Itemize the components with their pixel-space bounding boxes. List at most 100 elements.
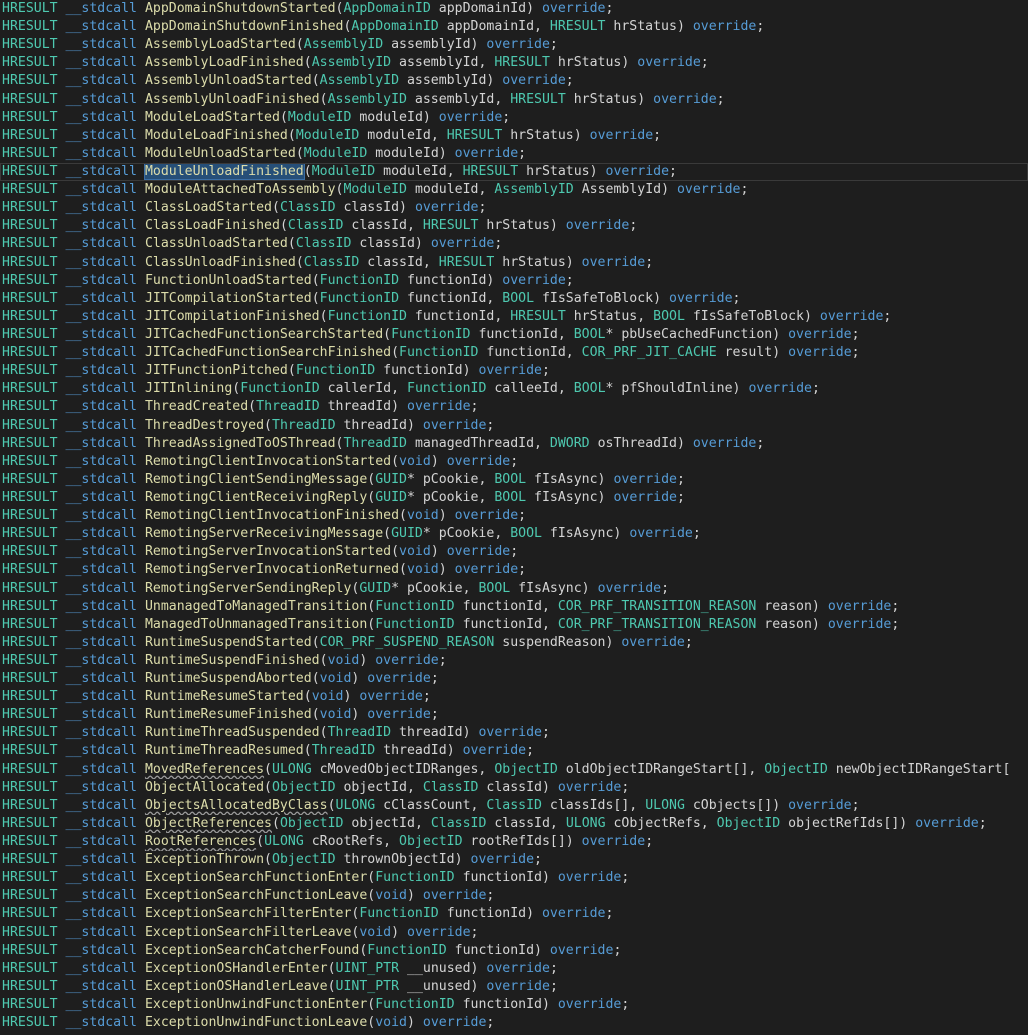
function-name: ObjectReferences bbox=[144, 815, 272, 831]
code-line[interactable]: HRESULT __stdcall ExceptionUnwindFunctio… bbox=[0, 1014, 1028, 1032]
code-line[interactable]: HRESULT __stdcall AssemblyLoadFinished(A… bbox=[0, 54, 1028, 72]
code-text: ( bbox=[264, 761, 272, 777]
code-line[interactable]: HRESULT __stdcall RuntimeThreadSuspended… bbox=[0, 724, 1028, 742]
code-line[interactable]: HRESULT __stdcall ObjectsAllocatedByClas… bbox=[0, 797, 1028, 815]
type-token: HRESULT bbox=[2, 363, 58, 379]
code-line[interactable]: HRESULT __stdcall ThreadDestroyed(Thread… bbox=[0, 417, 1028, 435]
code-line[interactable]: HRESULT __stdcall ObjectAllocated(Object… bbox=[0, 779, 1028, 797]
type-token: FunctionID bbox=[359, 906, 439, 922]
keyword-token: override bbox=[692, 19, 757, 35]
type-token: AssemblyID bbox=[311, 55, 392, 71]
code-line[interactable]: HRESULT __stdcall RemotingClientInvocati… bbox=[0, 507, 1028, 525]
code-line[interactable]: HRESULT __stdcall ModuleAttachedToAssemb… bbox=[0, 181, 1028, 199]
keyword-token: __stdcall bbox=[65, 870, 137, 886]
code-line[interactable]: HRESULT __stdcall AppDomainShutdownStart… bbox=[0, 0, 1028, 18]
code-line[interactable]: HRESULT __stdcall ExceptionSearchFilterE… bbox=[0, 905, 1028, 923]
code-text: ; bbox=[653, 127, 662, 143]
code-line[interactable]: HRESULT __stdcall FunctionUnloadStarted(… bbox=[0, 272, 1028, 290]
code-line[interactable]: HRESULT __stdcall MovedReferences(ULONG … bbox=[0, 761, 1028, 779]
code-text: functionId) bbox=[446, 942, 550, 958]
code-line[interactable]: HRESULT __stdcall RemotingClientReceivin… bbox=[0, 489, 1028, 507]
code-text: ( bbox=[303, 163, 312, 179]
type-token: HRESULT bbox=[2, 870, 58, 886]
function-name: RemotingServerSendingReply bbox=[144, 580, 352, 596]
code-line[interactable]: HRESULT __stdcall JITInlining(FunctionID… bbox=[0, 380, 1028, 398]
code-line[interactable]: HRESULT __stdcall ExceptionOSHandlerEnte… bbox=[0, 960, 1028, 978]
code-line[interactable]: HRESULT __stdcall RuntimeResumeFinished(… bbox=[0, 706, 1028, 724]
keyword-token: override bbox=[589, 127, 654, 143]
type-token: HRESULT bbox=[2, 55, 58, 71]
code-line[interactable]: HRESULT __stdcall ObjectReferences(Objec… bbox=[0, 815, 1028, 833]
code-line[interactable]: HRESULT __stdcall RootReferences(ULONG c… bbox=[0, 833, 1028, 851]
code-line[interactable]: HRESULT __stdcall JITCachedFunctionSearc… bbox=[0, 344, 1028, 362]
keyword-token: __stdcall bbox=[65, 363, 137, 379]
code-line[interactable]: HRESULT __stdcall RemotingServerInvocati… bbox=[0, 543, 1028, 561]
code-text: threadId) bbox=[335, 417, 423, 433]
code-line[interactable]: HRESULT __stdcall RemotingServerReceivin… bbox=[0, 525, 1028, 543]
code-line[interactable]: HRESULT __stdcall ClassUnloadStarted(Cla… bbox=[0, 235, 1028, 253]
code-line[interactable]: HRESULT __stdcall AssemblyUnloadFinished… bbox=[0, 91, 1028, 109]
code-line[interactable]: HRESULT __stdcall AssemblyLoadStarted(As… bbox=[0, 36, 1028, 54]
code-line[interactable]: HRESULT __stdcall ExceptionOSHandlerLeav… bbox=[0, 978, 1028, 996]
code-line[interactable]: HRESULT __stdcall ExceptionSearchCatcher… bbox=[0, 942, 1028, 960]
code-text: functionId) bbox=[438, 906, 542, 922]
code-line[interactable]: HRESULT __stdcall ClassLoadStarted(Class… bbox=[0, 199, 1028, 217]
code-line[interactable]: HRESULT __stdcall RuntimeResumeStarted(v… bbox=[0, 688, 1028, 706]
code-line[interactable]: HRESULT __stdcall RuntimeSuspendStarted(… bbox=[0, 634, 1028, 652]
code-line[interactable]: HRESULT __stdcall RemotingClientInvocati… bbox=[0, 453, 1028, 471]
code-line[interactable]: HRESULT __stdcall RemotingServerSendingR… bbox=[0, 580, 1028, 598]
type-token: HRESULT bbox=[2, 562, 58, 578]
code-line[interactable]: HRESULT __stdcall RemotingServerInvocati… bbox=[0, 561, 1028, 579]
code-line[interactable]: HRESULT __stdcall UnmanagedToManagedTran… bbox=[0, 598, 1028, 616]
keyword-token: __stdcall bbox=[65, 616, 137, 632]
code-line[interactable]: HRESULT __stdcall ModuleLoadFinished(Mod… bbox=[0, 127, 1028, 145]
code-line[interactable]: HRESULT __stdcall AppDomainShutdownFinis… bbox=[0, 18, 1028, 36]
code-text: ; bbox=[470, 924, 479, 940]
code-line[interactable]: HRESULT __stdcall JITCompilationFinished… bbox=[0, 308, 1028, 326]
code-line[interactable]: HRESULT __stdcall ExceptionSearchFunctio… bbox=[0, 887, 1028, 905]
code-line[interactable]: HRESULT __stdcall ThreadCreated(ThreadID… bbox=[0, 398, 1028, 416]
code-line[interactable]: HRESULT __stdcall ClassLoadFinished(Clas… bbox=[0, 217, 1028, 235]
code-editor[interactable]: HRESULT __stdcall AppDomainShutdownStart… bbox=[0, 0, 1028, 1035]
keyword-token: __stdcall bbox=[65, 290, 137, 306]
code-line[interactable]: HRESULT __stdcall RuntimeSuspendFinished… bbox=[0, 652, 1028, 670]
code-line[interactable]: HRESULT __stdcall AssemblyUnloadStarted(… bbox=[0, 72, 1028, 90]
function-name: ObjectsAllocatedByClass bbox=[144, 797, 328, 813]
code-line[interactable]: HRESULT __stdcall RemotingClientSendingM… bbox=[0, 471, 1028, 489]
code-line[interactable]: HRESULT __stdcall ExceptionSearchFunctio… bbox=[0, 869, 1028, 887]
code-text: ( bbox=[295, 37, 304, 53]
code-line[interactable]: HRESULT __stdcall ThreadAssignedToOSThre… bbox=[0, 435, 1028, 453]
code-line[interactable]: HRESULT __stdcall JITFunctionPitched(Fun… bbox=[0, 362, 1028, 380]
code-line-current[interactable]: HRESULT __stdcall ModuleUnloadFinished(M… bbox=[0, 162, 1028, 182]
code-line[interactable]: HRESULT __stdcall ModuleLoadStarted(Modu… bbox=[0, 109, 1028, 127]
code-line[interactable]: HRESULT __stdcall ExceptionSearchFilterL… bbox=[0, 924, 1028, 942]
code-line[interactable]: HRESULT __stdcall JITCompilationStarted(… bbox=[0, 290, 1028, 308]
keyword-token: override bbox=[462, 743, 527, 759]
code-line[interactable]: HRESULT __stdcall ExceptionThrown(Object… bbox=[0, 851, 1028, 869]
code-line[interactable]: HRESULT __stdcall ExceptionUnwindFunctio… bbox=[0, 996, 1028, 1014]
keyword-token: __stdcall bbox=[65, 689, 137, 705]
type-token: ClassID bbox=[295, 236, 352, 252]
code-line[interactable]: HRESULT __stdcall ClassUnloadFinished(Cl… bbox=[0, 254, 1028, 272]
type-token: HRESULT bbox=[549, 19, 606, 35]
type-token: DWORD bbox=[549, 435, 590, 451]
keyword-token: override bbox=[915, 815, 979, 831]
code-line[interactable]: HRESULT __stdcall ManagedToUnmanagedTran… bbox=[0, 616, 1028, 634]
code-line[interactable]: HRESULT __stdcall RuntimeSuspendAborted(… bbox=[0, 670, 1028, 688]
keyword-token: __stdcall bbox=[65, 345, 137, 361]
type-token: ModuleID bbox=[287, 109, 352, 125]
code-line[interactable]: HRESULT __stdcall JITCachedFunctionSearc… bbox=[0, 326, 1028, 344]
code-line[interactable]: HRESULT __stdcall ModuleUnloadStarted(Mo… bbox=[0, 145, 1028, 163]
type-token: ClassID bbox=[486, 797, 542, 813]
code-line[interactable]: HRESULT __stdcall RuntimeThreadResumed(T… bbox=[0, 742, 1028, 760]
